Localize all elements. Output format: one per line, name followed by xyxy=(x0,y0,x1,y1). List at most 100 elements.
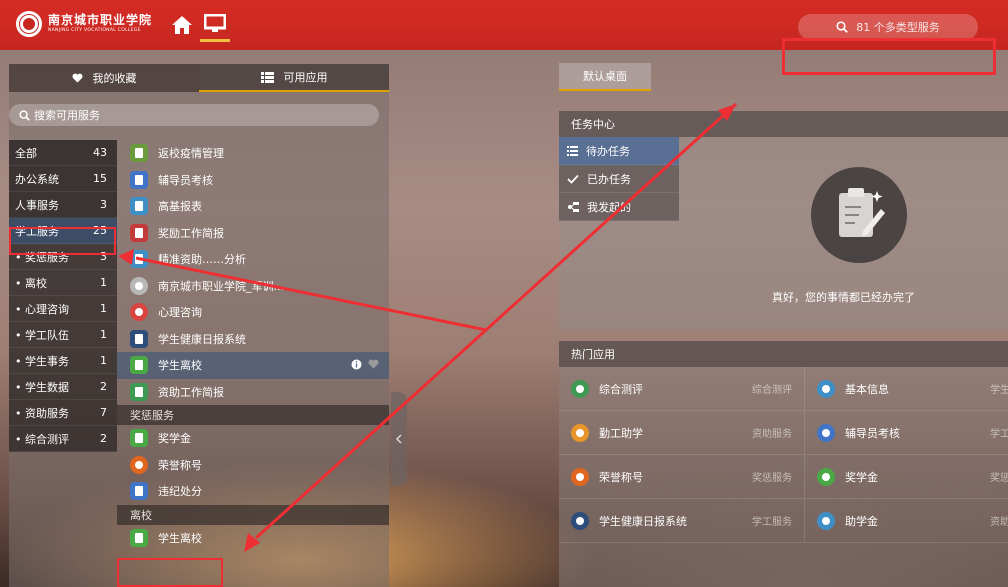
annotation-box-category xyxy=(9,227,116,255)
tab-favorites[interactable]: 我的收藏 xyxy=(9,64,199,92)
app-item[interactable]: 学生健康日报系统 xyxy=(117,326,389,353)
app-icon xyxy=(130,528,148,547)
hot-app-item[interactable]: 辅导员考核 学工 xyxy=(804,411,1008,454)
category-label: • 学生数据 xyxy=(15,380,69,394)
app-item[interactable]: 南京城市职业学院_军训... xyxy=(117,273,389,300)
hot-app-icon xyxy=(571,423,589,442)
hot-app-category: 资助服务 xyxy=(752,429,792,440)
category-item[interactable]: 人事服务 3 xyxy=(9,192,117,218)
collapse-panel-handle[interactable] xyxy=(391,392,407,486)
hot-app-item[interactable]: 奖学金 奖惩 xyxy=(804,455,1008,498)
tab-available-apps[interactable]: 可用应用 xyxy=(199,64,389,92)
info-icon[interactable] xyxy=(351,359,362,370)
app-icon xyxy=(130,170,148,189)
app-label: 荣誉称号 xyxy=(158,458,202,472)
app-icon xyxy=(130,382,148,401)
app-label: 返校疫情管理 xyxy=(158,147,224,161)
app-item[interactable]: 高基报表 xyxy=(117,193,389,220)
category-count: 1 xyxy=(100,276,107,289)
hot-app-item[interactable]: 助学金 资助 xyxy=(804,499,1008,542)
category-label: 人事服务 xyxy=(15,198,59,212)
app-label: 高基报表 xyxy=(158,200,202,214)
task-item-initiated-label: 我发起的 xyxy=(587,200,631,214)
app-list: 返校疫情管理 辅导员考核高基报表奖励工作简报精准资助……分析南京城市职业学院_军训… xyxy=(117,140,389,551)
favorite-heart-icon[interactable] xyxy=(368,359,379,369)
app-item[interactable]: 荣誉称号 xyxy=(117,452,389,479)
app-icon xyxy=(130,303,148,322)
home-icon[interactable] xyxy=(170,13,194,37)
hot-apps-card: 热门应用 综合测评 综合测评 基本信息 学生 勤工助学 资助服务 辅导员考核 学工 荣誉称号 奖惩… xyxy=(559,341,1008,587)
app-search-placeholder: 搜索可用服务 xyxy=(34,109,100,122)
category-count: 1 xyxy=(100,302,107,315)
task-item-initiated[interactable]: 我发起的 xyxy=(559,193,679,221)
category-label: • 心理咨询 xyxy=(15,302,69,316)
hot-app-icon xyxy=(571,511,589,530)
category-item[interactable]: 全部 43 xyxy=(9,140,117,166)
hot-apps-row: 学生健康日报系统 学工服务 助学金 资助 xyxy=(559,499,1008,543)
app-item[interactable]: 辅导员考核 xyxy=(117,167,389,194)
college-logo[interactable]: 南京城市职业学院 NANJING CITY VOCATIONAL COLLEGE xyxy=(16,10,152,38)
app-item[interactable]: 奖励工作简报 xyxy=(117,220,389,247)
hot-app-category: 奖惩 xyxy=(990,473,1008,484)
category-label: • 学工队伍 xyxy=(15,328,69,342)
category-item[interactable]: 办公系统 15 xyxy=(9,166,117,192)
category-item[interactable]: • 学工队伍 1 xyxy=(9,322,117,348)
annotation-box-leave-app xyxy=(117,558,223,587)
category-item[interactable]: • 资助服务 7 xyxy=(9,400,117,426)
app-label: 违纪处分 xyxy=(158,485,202,499)
hot-app-category: 综合测评 xyxy=(752,385,792,396)
category-item[interactable]: • 心理咨询 1 xyxy=(9,296,117,322)
hot-app-icon xyxy=(817,511,835,530)
hot-app-item[interactable]: 荣誉称号 奖惩服务 xyxy=(559,455,804,498)
app-label: 资助工作简报 xyxy=(158,385,224,399)
hot-app-category: 奖惩服务 xyxy=(752,473,792,484)
category-item[interactable]: • 学生数据 2 xyxy=(9,374,117,400)
logo-chinese-name: 南京城市职业学院 xyxy=(48,13,153,28)
category-count: 2 xyxy=(100,432,107,445)
category-count: 43 xyxy=(93,146,107,159)
category-count: 15 xyxy=(93,172,107,185)
hot-app-name: 助学金 xyxy=(845,514,878,528)
app-item[interactable]: 精准资助……分析 xyxy=(117,246,389,273)
hot-app-icon xyxy=(571,467,589,486)
desktop-monitor-icon[interactable] xyxy=(200,10,230,42)
hot-app-name: 勤工助学 xyxy=(599,426,643,440)
hot-app-category: 学工 xyxy=(990,429,1008,440)
hot-app-item[interactable]: 综合测评 综合测评 xyxy=(559,367,804,410)
clipboard-empty-icon xyxy=(811,167,907,263)
task-item-todo[interactable]: 待办任务 xyxy=(559,137,679,165)
task-center-title: 任务中心 xyxy=(559,111,1008,137)
hot-app-name: 荣誉称号 xyxy=(599,470,643,484)
service-search-button[interactable]: 81 个多类型服务 xyxy=(798,14,978,40)
app-item[interactable]: 返校疫情管理 xyxy=(117,140,389,167)
hot-app-name: 基本信息 xyxy=(845,382,889,396)
app-section-header: 离校 xyxy=(117,504,389,525)
hot-app-icon xyxy=(571,379,589,398)
task-item-done[interactable]: 已办任务 xyxy=(559,165,679,193)
hot-app-item[interactable]: 学生健康日报系统 学工服务 xyxy=(559,499,804,542)
app-icon xyxy=(130,197,148,216)
app-icon xyxy=(130,455,148,474)
category-item[interactable]: • 综合测评 2 xyxy=(9,426,117,452)
app-item[interactable]: 学生离校 xyxy=(117,352,389,379)
category-item[interactable]: • 学生事务 1 xyxy=(9,348,117,374)
app-item[interactable]: 奖学金 xyxy=(117,425,389,452)
app-search-input[interactable]: 搜索可用服务 xyxy=(9,104,379,126)
app-label: 辅导员考核 xyxy=(158,173,213,187)
list-icon xyxy=(260,71,274,83)
category-item[interactable]: • 离校 1 xyxy=(9,270,117,296)
app-item[interactable]: 心理咨询 xyxy=(117,299,389,326)
category-count: 1 xyxy=(100,328,107,341)
hot-app-item[interactable]: 基本信息 学生 xyxy=(804,367,1008,410)
hot-app-name: 奖学金 xyxy=(845,470,878,484)
hot-app-item[interactable]: 勤工助学 资助服务 xyxy=(559,411,804,454)
app-label: 心理咨询 xyxy=(158,306,202,320)
app-label: 精准资助……分析 xyxy=(158,253,246,267)
app-section-header: 奖惩服务 xyxy=(117,405,389,425)
initiated-icon xyxy=(568,201,579,212)
search-icon xyxy=(19,109,30,121)
tab-default-desktop[interactable]: 默认桌面 xyxy=(559,63,651,91)
app-item[interactable]: 违纪处分 xyxy=(117,478,389,505)
app-item[interactable]: 学生离校 xyxy=(117,525,389,552)
app-item[interactable]: 资助工作简报 xyxy=(117,379,389,406)
